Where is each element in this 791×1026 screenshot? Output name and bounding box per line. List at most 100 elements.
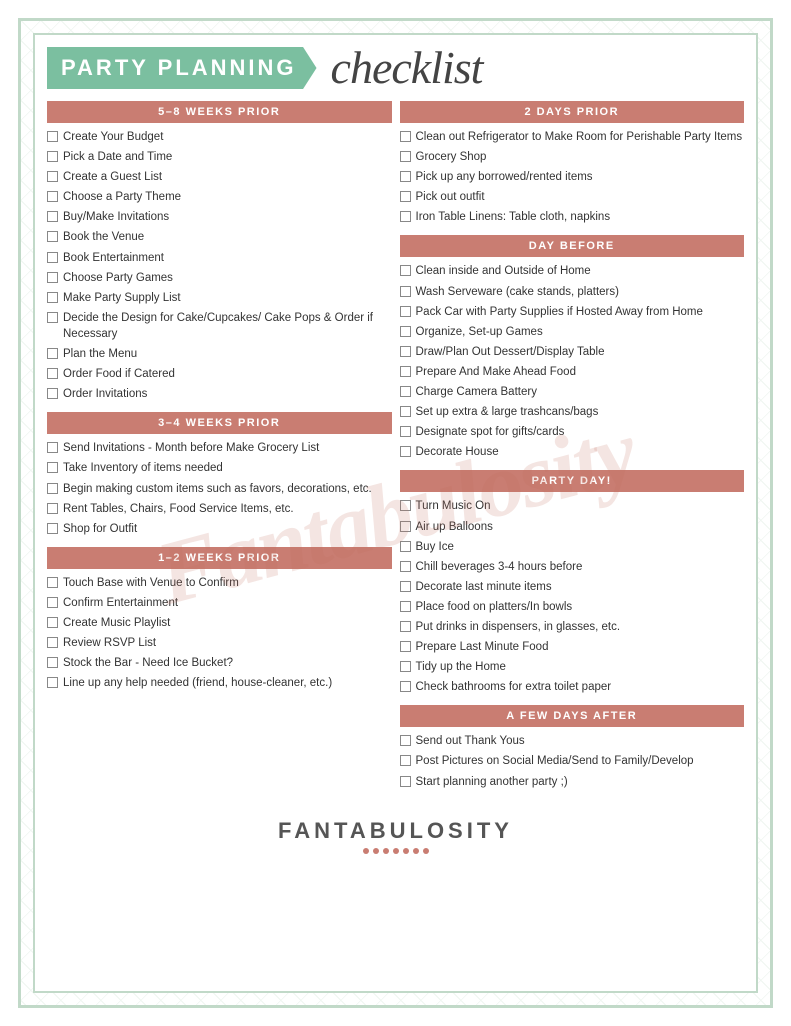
item-text: Create Your Budget: [63, 129, 163, 145]
checklist-after: Send out Thank Yous Post Pictures on Soc…: [400, 733, 745, 789]
checkbox[interactable]: [400, 426, 411, 437]
item-text: Confirm Entertainment: [63, 595, 178, 611]
checkbox[interactable]: [47, 272, 58, 283]
list-item: Decide the Design for Cake/Cupcakes/ Cak…: [47, 310, 392, 342]
checkbox[interactable]: [47, 442, 58, 453]
left-column: 5–8 WEEKS PRIOR Create Your Budget Pick …: [47, 101, 392, 800]
list-item: Chill beverages 3-4 hours before: [400, 559, 745, 575]
checkbox[interactable]: [400, 131, 411, 142]
checkbox[interactable]: [47, 312, 58, 323]
item-text: Pick up any borrowed/rented items: [416, 169, 593, 185]
page: PARTY PLANNING checklist 5–8 WEEKS PRIOR…: [0, 0, 791, 1026]
list-item: Air up Balloons: [400, 519, 745, 535]
list-item: Decorate last minute items: [400, 579, 745, 595]
checkbox[interactable]: [400, 265, 411, 276]
checkbox[interactable]: [47, 483, 58, 494]
section-header-party-day: PARTY DAY!: [400, 470, 745, 492]
footer-dots: [47, 848, 744, 854]
item-text: Rent Tables, Chairs, Food Service Items,…: [63, 501, 294, 517]
item-text: Make Party Supply List: [63, 290, 181, 306]
list-item: Pick a Date and Time: [47, 149, 392, 165]
item-text: Book the Venue: [63, 229, 144, 245]
checklist-title: checklist: [325, 45, 483, 91]
checkbox[interactable]: [400, 406, 411, 417]
checkbox[interactable]: [400, 561, 411, 572]
checkbox[interactable]: [47, 292, 58, 303]
checkbox[interactable]: [400, 541, 411, 552]
item-text: Book Entertainment: [63, 250, 164, 266]
item-text: Prepare Last Minute Food: [416, 639, 549, 655]
checkbox[interactable]: [47, 657, 58, 668]
checkbox[interactable]: [47, 577, 58, 588]
checkbox[interactable]: [47, 462, 58, 473]
footer-dot: [403, 848, 409, 854]
section-day-before: DAY BEFORE Clean inside and Outside of H…: [400, 235, 745, 460]
checkbox[interactable]: [400, 446, 411, 457]
checkbox[interactable]: [47, 211, 58, 222]
checkbox[interactable]: [47, 503, 58, 514]
checkbox[interactable]: [400, 681, 411, 692]
item-text: Choose Party Games: [63, 270, 173, 286]
list-item: Buy Ice: [400, 539, 745, 555]
brand-name: FANTABULOSITY: [47, 818, 744, 844]
item-text: Tidy up the Home: [416, 659, 506, 675]
header: PARTY PLANNING checklist: [47, 45, 744, 91]
checklist-5-8: Create Your Budget Pick a Date and Time …: [47, 129, 392, 402]
checkbox[interactable]: [47, 191, 58, 202]
list-item: Designate spot for gifts/cards: [400, 424, 745, 440]
checkbox[interactable]: [400, 661, 411, 672]
checkbox[interactable]: [47, 171, 58, 182]
list-item: Start planning another party ;): [400, 774, 745, 790]
checkbox[interactable]: [400, 601, 411, 612]
checkbox[interactable]: [400, 171, 411, 182]
checklist-day-before: Clean inside and Outside of Home Wash Se…: [400, 263, 745, 460]
checkbox[interactable]: [47, 252, 58, 263]
checkbox[interactable]: [47, 617, 58, 628]
list-item: Review RSVP List: [47, 635, 392, 651]
checkbox[interactable]: [400, 621, 411, 632]
checkbox[interactable]: [47, 131, 58, 142]
checkbox[interactable]: [400, 286, 411, 297]
checkbox[interactable]: [400, 581, 411, 592]
checkbox[interactable]: [400, 191, 411, 202]
item-text: Charge Camera Battery: [416, 384, 537, 400]
list-item: Send Invitations - Month before Make Gro…: [47, 440, 392, 456]
inner-border: PARTY PLANNING checklist 5–8 WEEKS PRIOR…: [33, 33, 758, 993]
checkbox[interactable]: [400, 521, 411, 532]
checkbox[interactable]: [47, 151, 58, 162]
checkbox[interactable]: [400, 735, 411, 746]
list-item: Take Inventory of items needed: [47, 460, 392, 476]
checkbox[interactable]: [400, 326, 411, 337]
checkbox[interactable]: [400, 366, 411, 377]
checkbox[interactable]: [400, 386, 411, 397]
checkbox[interactable]: [47, 231, 58, 242]
section-header-day-before: DAY BEFORE: [400, 235, 745, 257]
list-item: Create Music Playlist: [47, 615, 392, 631]
checkbox[interactable]: [47, 597, 58, 608]
checkbox[interactable]: [47, 677, 58, 688]
checklist-1-2: Touch Base with Venue to Confirm Confirm…: [47, 575, 392, 692]
list-item: Pick out outfit: [400, 189, 745, 205]
checkbox[interactable]: [400, 346, 411, 357]
list-item: Draw/Plan Out Dessert/Display Table: [400, 344, 745, 360]
list-item: Prepare And Make Ahead Food: [400, 364, 745, 380]
checkbox[interactable]: [400, 500, 411, 511]
checkbox[interactable]: [47, 523, 58, 534]
section-5-8-weeks: 5–8 WEEKS PRIOR Create Your Budget Pick …: [47, 101, 392, 402]
checkbox[interactable]: [400, 755, 411, 766]
checkbox[interactable]: [400, 776, 411, 787]
list-item: Charge Camera Battery: [400, 384, 745, 400]
list-item: Touch Base with Venue to Confirm: [47, 575, 392, 591]
checkbox[interactable]: [400, 641, 411, 652]
checkbox[interactable]: [400, 151, 411, 162]
checkbox[interactable]: [47, 368, 58, 379]
list-item: Set up extra & large trashcans/bags: [400, 404, 745, 420]
checkbox[interactable]: [47, 388, 58, 399]
item-text: Create a Guest List: [63, 169, 162, 185]
checkbox[interactable]: [47, 348, 58, 359]
section-3-4-weeks: 3–4 WEEKS PRIOR Send Invitations - Month…: [47, 412, 392, 536]
item-text: Clean out Refrigerator to Make Room for …: [416, 129, 743, 145]
checkbox[interactable]: [47, 637, 58, 648]
checkbox[interactable]: [400, 306, 411, 317]
checkbox[interactable]: [400, 211, 411, 222]
